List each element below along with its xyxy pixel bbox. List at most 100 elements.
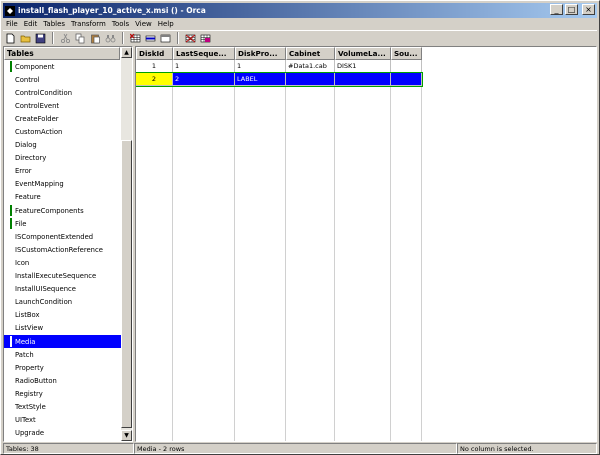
scroll-down-button[interactable]: ▼	[121, 430, 132, 441]
table-item-media[interactable]: Media	[4, 334, 121, 349]
table-item-listbox[interactable]: ListBox	[4, 309, 121, 322]
table-row[interactable]: 2 2 LABEL	[136, 72, 423, 87]
table-cell[interactable]: 1	[136, 60, 173, 73]
table-item-customaction[interactable]: CustomAction	[4, 125, 121, 138]
scroll-up-button[interactable]: ▲	[121, 47, 132, 58]
table-item-uitext[interactable]: UIText	[4, 414, 121, 427]
menu-transform[interactable]: Transform	[68, 20, 109, 28]
scrollbar-thumb[interactable]	[121, 140, 132, 428]
cut-button[interactable]	[58, 32, 72, 45]
table-item-error[interactable]: Error	[4, 165, 121, 178]
tables-scrollbar[interactable]: ▲ ▼	[121, 47, 132, 441]
table-cell[interactable]	[391, 73, 422, 86]
add-table-button[interactable]	[128, 32, 142, 45]
table-item-label: ListBox	[15, 311, 40, 320]
table-item-createfolder[interactable]: CreateFolder	[4, 112, 121, 125]
close-button[interactable]: ×	[582, 4, 595, 15]
tables-header[interactable]: Tables	[4, 47, 120, 60]
table-cell[interactable]: #Data1.cab	[286, 60, 335, 73]
add-row-icon	[145, 35, 155, 41]
data-grid: 1 1 1 #Data1.cab DISK1 2 2 LABEL	[136, 60, 423, 87]
open-button[interactable]	[18, 32, 32, 45]
table-item-upgrade[interactable]: Upgrade	[4, 427, 121, 440]
table-item-label: LaunchCondition	[15, 298, 73, 307]
toolbar-separator	[122, 32, 124, 44]
table-item-eventmapping[interactable]: EventMapping	[4, 178, 121, 191]
column-headers: DiskId LastSeque... DiskPro... Cabinet Volum…	[136, 47, 596, 60]
table-item-controlevent[interactable]: ControlEvent	[4, 99, 121, 112]
column-header[interactable]: Sou...	[391, 47, 422, 60]
arrow-down-icon: ▼	[124, 432, 129, 439]
table-item-label: Component	[15, 62, 55, 71]
new-file-button[interactable]	[3, 32, 17, 45]
table-cell[interactable]: DISK1	[335, 60, 391, 73]
table-item-installexecutesequence[interactable]: InstallExecuteSequence	[4, 270, 121, 283]
table-item-listview[interactable]: ListView	[4, 322, 121, 335]
merge-module-icon	[200, 34, 210, 42]
column-header[interactable]: DiskId	[136, 47, 173, 60]
minimize-button[interactable]: _	[550, 4, 563, 15]
column-line	[391, 60, 422, 441]
table-item-control[interactable]: Control	[4, 73, 121, 86]
table-item-dialog[interactable]: Dialog	[4, 139, 121, 152]
save-button[interactable]	[33, 32, 47, 45]
menu-file[interactable]: File	[3, 20, 21, 28]
table-item-installuisequence[interactable]: InstallUISequence	[4, 283, 121, 296]
table-item-feature[interactable]: Feature	[4, 191, 121, 204]
column-header[interactable]: LastSeque...	[173, 47, 235, 60]
table-cell[interactable]: LABEL	[235, 73, 286, 86]
table-cell[interactable]	[335, 73, 391, 86]
paste-icon	[90, 34, 100, 43]
table-item-featurecomponents[interactable]: FeatureComponents	[4, 204, 121, 217]
validate-button[interactable]	[183, 32, 197, 45]
table-item-registry[interactable]: Registry	[4, 387, 121, 400]
table-item-icon[interactable]: Icon	[4, 256, 121, 269]
table-item-label: EventMapping	[15, 180, 64, 189]
table-cell[interactable]	[391, 60, 422, 73]
table-cell[interactable]	[286, 73, 335, 86]
title-bar[interactable]: install_flash_player_10_active_x.msi () …	[3, 3, 597, 18]
column-line	[136, 60, 173, 441]
table-item-label: FeatureComponents	[15, 206, 84, 215]
column-header[interactable]: VolumeLa...	[335, 47, 391, 60]
table-item-textstyle[interactable]: TextStyle	[4, 400, 121, 413]
table-cell[interactable]: 1	[235, 60, 286, 73]
menu-tools[interactable]: Tools	[109, 20, 132, 28]
table-row[interactable]: 1 1 1 #Data1.cab DISK1	[136, 60, 422, 73]
table-cell[interactable]: 1	[173, 60, 235, 73]
find-button[interactable]	[103, 32, 117, 45]
column-header[interactable]: Cabinet	[286, 47, 335, 60]
table-cell[interactable]: 2	[136, 73, 173, 86]
menu-edit[interactable]: Edit	[21, 20, 41, 28]
maximize-button[interactable]: □	[565, 4, 578, 15]
table-item-radiobutton[interactable]: RadioButton	[4, 374, 121, 387]
table-item-label: InstallUISequence	[15, 285, 76, 294]
add-row-button[interactable]	[143, 32, 157, 45]
paste-button[interactable]	[88, 32, 102, 45]
table-item-directory[interactable]: Directory	[4, 152, 121, 165]
tables-button[interactable]	[158, 32, 172, 45]
menu-view[interactable]: View	[132, 20, 155, 28]
table-item-label: Property	[15, 363, 44, 372]
save-icon	[35, 33, 45, 43]
table-item-file[interactable]: File	[4, 217, 121, 230]
table-item-iscomponentextended[interactable]: ISComponentExtended	[4, 230, 121, 243]
table-item-iscustomactionreference[interactable]: ISCustomActionReference	[4, 243, 121, 256]
menu-tables[interactable]: Tables	[40, 20, 68, 28]
menu-help[interactable]: Help	[155, 20, 177, 28]
table-item-controlcondition[interactable]: ControlCondition	[4, 86, 121, 99]
column-header[interactable]: DiskPro...	[235, 47, 286, 60]
menu-bar: File Edit Tables Transform Tools View Help	[3, 18, 597, 30]
copy-button[interactable]	[73, 32, 87, 45]
table-item-label: CustomAction	[15, 128, 63, 137]
table-item-patch[interactable]: Patch	[4, 348, 121, 361]
orca-app-icon[interactable]	[5, 5, 15, 16]
merge-module-button[interactable]	[198, 32, 212, 45]
arrow-up-icon: ▲	[124, 49, 129, 56]
toolbar	[3, 30, 597, 45]
table-item-property[interactable]: Property	[4, 361, 121, 374]
tables-pane: Tables Component Control ControlCondition C…	[3, 46, 133, 442]
table-item-component[interactable]: Component	[4, 60, 121, 73]
table-cell[interactable]: 2	[173, 73, 235, 86]
table-item-launchcondition[interactable]: LaunchCondition	[4, 296, 121, 309]
